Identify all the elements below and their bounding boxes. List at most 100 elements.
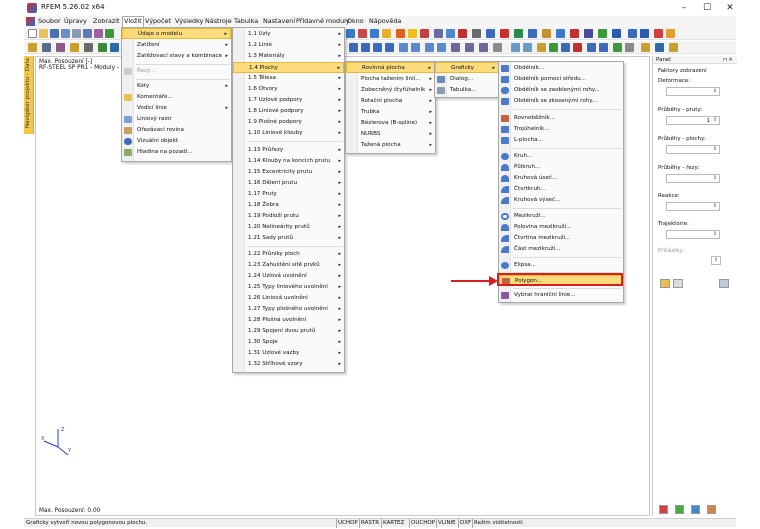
copy-icon[interactable] (673, 279, 683, 288)
menu-item-nodal-constraints[interactable]: 1.31 Uzlové vazby ▸ (233, 348, 344, 359)
menu-item-member-foundations[interactable]: 1.19 Podloží prutu ▸ (233, 211, 344, 222)
menu-item-rectangle-center[interactable]: Obdélník pomocí středu... (499, 74, 623, 85)
tool-icon[interactable] (382, 29, 391, 38)
menu-item-joints[interactable]: 1.30 Spoje ▸ (233, 337, 344, 348)
spin-icon[interactable]: ⇕ (712, 175, 718, 182)
menu-item-circular-segment[interactable]: Kruhová úseč... (499, 173, 623, 184)
results-icon[interactable] (105, 29, 114, 38)
dxf-toggle[interactable]: DXF (458, 519, 472, 528)
snap-toggle[interactable]: UCHOP (336, 519, 359, 528)
menu-item-select-boundary-lines[interactable]: Vybrat hraniční linie... (499, 290, 623, 301)
surface-diagram-input[interactable]: ⇕ (666, 145, 720, 154)
menu-item-annulus[interactable]: Mezikruží... (499, 211, 623, 222)
tool-icon[interactable] (655, 43, 664, 52)
menu-okno[interactable]: Okno (347, 17, 364, 25)
tool-icon[interactable] (486, 29, 495, 38)
menu-item-line-grid[interactable]: Liniový rastr (122, 114, 231, 125)
menu-item-triangle[interactable]: Trojúhelník... (499, 124, 623, 135)
menu-napoveda[interactable]: Nápověda (369, 17, 401, 25)
menu-item-visual-object[interactable]: Vizuální objekt (122, 136, 231, 147)
menu-item-quarter-annulus[interactable]: Čtvrtina mezikruží... (499, 233, 623, 244)
menu-item-ellipse[interactable]: Elipsa... (499, 260, 623, 271)
tool-icon[interactable] (420, 29, 429, 38)
menu-item-rectangle-chamfered[interactable]: Obdélník se zkosenými rohy... (499, 96, 623, 107)
menu-item-loads[interactable]: Zatížení ▸ (122, 40, 231, 51)
menu-item-quadrangle[interactable]: Zobecněný čtyřúhelník ▸ (346, 85, 435, 96)
menu-item-sets-of-members[interactable]: 1.21 Sady prutů ▸ (233, 233, 344, 244)
menu-item-rotated-surface[interactable]: Rotační plocha ▸ (346, 96, 435, 107)
menu-vlozit[interactable]: Vložit (122, 16, 144, 27)
menu-item-member-nonlinearities[interactable]: 1.20 Nelineárity prutů ▸ (233, 222, 344, 233)
maximize-button[interactable]: ☐ (697, 2, 717, 14)
tool-icon[interactable] (396, 29, 405, 38)
tool-icon[interactable] (537, 43, 546, 52)
edit-icon[interactable] (660, 279, 670, 288)
tool-icon[interactable] (84, 43, 93, 52)
tool-icon[interactable] (523, 43, 532, 52)
menu-item-pipe[interactable]: Trubka ▸ (346, 107, 435, 118)
tool-icon[interactable] (613, 43, 622, 52)
panel-tab-icon[interactable] (691, 505, 700, 514)
tool-icon[interactable] (56, 43, 65, 52)
menu-item-guidelines[interactable]: Vodicí linie ▸ (122, 103, 231, 114)
new-file-icon[interactable] (28, 29, 37, 38)
tool-icon[interactable] (458, 29, 467, 38)
tool-icon[interactable] (573, 43, 582, 52)
menu-item-nodal-supports[interactable]: 1.7 Uzlové podpory ▸ (233, 95, 344, 106)
reactions-input[interactable]: ⇕ (666, 202, 720, 211)
save-icon[interactable] (719, 279, 729, 288)
menu-item-sections[interactable]: Řezy... (122, 66, 231, 77)
tool-icon[interactable] (598, 29, 607, 38)
doc-icon[interactable] (26, 17, 35, 26)
menu-item-rectangle[interactable]: Obdélník... (499, 63, 623, 74)
menu-item-table[interactable]: Tabulka... (435, 85, 499, 96)
menu-item-dialog[interactable]: Dialog... (435, 74, 499, 85)
grid-toggle[interactable]: RASTR (359, 519, 380, 528)
member-diagram-input[interactable]: 1 ⇕ (666, 116, 720, 125)
menu-item-dimensions[interactable]: Kóty ▸ (122, 81, 231, 92)
menu-item-clipping-plane[interactable]: Ořezávací rovina (122, 125, 231, 136)
tool-icon[interactable] (500, 29, 509, 38)
save-icon[interactable] (50, 29, 59, 38)
panel-tab-icon[interactable] (675, 505, 684, 514)
tool-icon[interactable] (549, 43, 558, 52)
menu-item-model-data[interactable]: Údaje o modelu ▸ (122, 28, 231, 39)
visibility-mode-toggle[interactable]: Režim viditelnosti (472, 519, 524, 528)
tool-icon[interactable] (514, 29, 523, 38)
model-icon[interactable] (94, 29, 103, 38)
menu-item-background-layer[interactable]: Hladina na pozadí... (122, 147, 231, 158)
menu-item-line-releases[interactable]: 1.26 Liniová uvolnění ▸ (233, 293, 344, 304)
menu-item-cross-sections[interactable]: 1.13 Průřezy ▸ (233, 145, 344, 156)
tool-icon[interactable] (358, 29, 367, 38)
menu-nastaveni[interactable]: Nastavení (263, 17, 295, 25)
tool-icon[interactable] (570, 29, 579, 38)
menu-item-swept-surface[interactable]: Tažená plocha ▸ (346, 140, 435, 151)
tool-icon[interactable] (451, 43, 460, 52)
menu-vysledky[interactable]: Výsledky (175, 17, 203, 25)
tab-navigator-data[interactable]: Navigátor projektu - Data (25, 58, 33, 128)
menu-item-line-hinges[interactable]: 1.10 Liniové klouby ▸ (233, 128, 344, 139)
tool-icon[interactable] (669, 43, 678, 52)
menu-zobrazit[interactable]: Zobrazit (93, 17, 120, 25)
menu-item-members[interactable]: 1.17 Pruty ▸ (233, 189, 344, 200)
close-button[interactable]: ✕ (720, 2, 740, 14)
tool-icon[interactable] (666, 29, 675, 38)
tool-icon[interactable] (528, 29, 537, 38)
panel-tab-icon[interactable] (659, 505, 668, 514)
print-graphic-icon[interactable] (83, 29, 92, 38)
menu-item-plane-surface[interactable]: Rovinná plocha ▸ (346, 62, 435, 73)
spin-icon[interactable]: ⇕ (713, 257, 719, 264)
menu-item-nodes[interactable]: 1.1 Uzly ▸ (233, 29, 344, 40)
minimize-button[interactable]: – (674, 2, 694, 14)
menu-item-solids[interactable]: 1.5 Tělesa ▸ (233, 73, 344, 84)
menu-item-intersections[interactable]: 1.22 Průniky ploch ▸ (233, 249, 344, 260)
open-folder-icon[interactable] (39, 29, 48, 38)
menu-tabulka[interactable]: Tabulka (234, 17, 258, 25)
tool-icon[interactable] (110, 43, 119, 52)
tool-icon[interactable] (349, 43, 358, 52)
tool-icon[interactable] (599, 43, 608, 52)
tool-icon[interactable] (625, 43, 634, 52)
tool-icon[interactable] (385, 43, 394, 52)
menu-item-openings[interactable]: 1.6 Otvory ▸ (233, 84, 344, 95)
tool-icon[interactable] (640, 29, 649, 38)
